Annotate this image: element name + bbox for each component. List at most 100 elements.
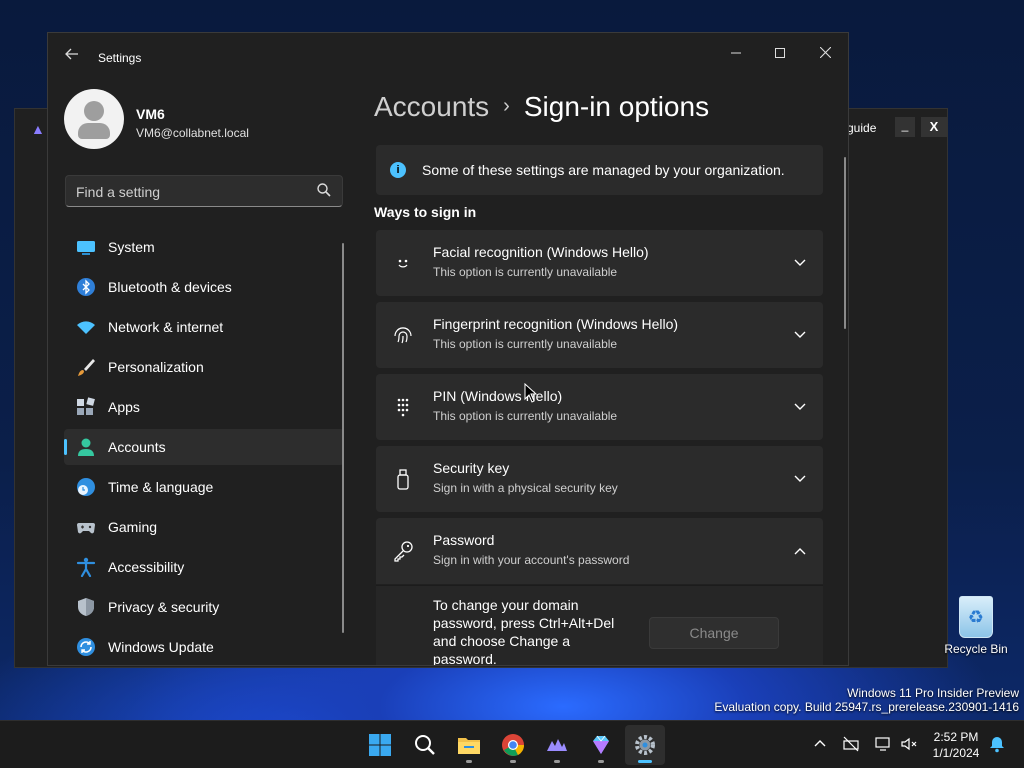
sidebar-item-label: Network & internet	[108, 319, 224, 335]
chevron-down-icon[interactable]	[793, 328, 807, 342]
maximize-button[interactable]	[760, 39, 800, 69]
apps-icon	[77, 397, 95, 415]
globe-clock-icon	[77, 478, 95, 496]
mouse-cursor-icon	[524, 383, 538, 403]
pin-card[interactable]: PIN (Windows Hello) This option is curre…	[376, 374, 823, 440]
avatar[interactable]	[64, 89, 124, 149]
chevron-up-icon[interactable]	[811, 735, 829, 753]
person-icon	[78, 438, 94, 456]
file-explorer-button[interactable]	[449, 725, 489, 765]
chevron-up-icon[interactable]	[793, 544, 807, 558]
option-title: PIN (Windows Hello)	[433, 388, 563, 404]
chevron-down-icon[interactable]	[793, 400, 807, 414]
notification-bell-icon[interactable]	[988, 735, 1006, 753]
start-button[interactable]	[360, 725, 400, 765]
sidebar-item-time-language[interactable]: Time & language	[64, 469, 344, 505]
sidebar-item-system[interactable]: System	[64, 229, 344, 265]
password-card[interactable]: Password Sign in with your account's pas…	[376, 518, 823, 584]
minimize-button[interactable]: _	[895, 117, 915, 137]
password-change-instructions: To change your domain password, press Ct…	[433, 597, 615, 666]
option-title: Fingerprint recognition (Windows Hello)	[433, 316, 679, 332]
option-subtitle: This option is currently unavailable	[433, 265, 618, 279]
fingerprint-icon	[394, 327, 412, 344]
sidebar-item-windows-update[interactable]: Windows Update	[64, 629, 344, 665]
minimize-button[interactable]	[716, 39, 756, 69]
key-icon	[394, 541, 413, 562]
app-logo-icon: ▲	[31, 121, 45, 137]
recycle-bin-label: Recycle Bin	[944, 642, 1008, 656]
brush-icon	[78, 359, 95, 376]
sidebar-item-label: System	[108, 239, 155, 255]
sidebar-item-label: Accessibility	[108, 559, 185, 575]
watermark-line-2: Evaluation copy. Build 25947.rs_prerelea…	[714, 700, 1019, 714]
network-disconnected-icon[interactable]	[842, 735, 860, 753]
sidebar-item-gaming[interactable]: Gaming	[64, 509, 344, 545]
sidebar-item-network[interactable]: Network & internet	[64, 309, 344, 345]
taskbar-clock[interactable]: 2:52 PM 1/1/2024	[926, 729, 986, 761]
sidebar-item-label: Apps	[108, 399, 140, 415]
chevron-down-icon[interactable]	[793, 472, 807, 486]
clock-time: 2:52 PM	[933, 730, 979, 744]
chevron-down-icon[interactable]	[793, 256, 807, 270]
fingerprint-recognition-card[interactable]: Fingerprint recognition (Windows Hello) …	[376, 302, 823, 368]
back-button[interactable]	[62, 47, 82, 67]
search-icon	[317, 183, 331, 197]
taskbar-search-button[interactable]	[405, 725, 445, 765]
sidebar-item-privacy[interactable]: Privacy & security	[64, 589, 344, 625]
sidebar-item-label: Gaming	[108, 519, 158, 535]
search-input[interactable]: Find a setting	[65, 175, 343, 207]
close-button[interactable]: X	[921, 117, 947, 137]
section-title: Ways to sign in	[374, 204, 477, 220]
sidebar-item-label: Personalization	[108, 359, 204, 375]
content-scrollbar[interactable]	[844, 157, 846, 329]
gamepad-icon	[77, 523, 95, 534]
display-icon[interactable]	[874, 735, 892, 753]
avatar-body	[78, 123, 110, 139]
avatar-head	[84, 101, 104, 121]
breadcrumb-parent[interactable]: Accounts	[374, 91, 489, 122]
info-message: Some of these settings are managed by yo…	[422, 162, 785, 178]
active-indicator	[64, 439, 67, 455]
recycle-bin-shortcut[interactable]: Recycle Bin	[940, 596, 1012, 656]
settings-taskbar-button[interactable]	[625, 725, 665, 765]
sidebar-item-bluetooth[interactable]: Bluetooth & devices	[64, 269, 344, 305]
sidebar-item-personalization[interactable]: Personalization	[64, 349, 344, 385]
update-icon	[77, 638, 95, 656]
minimize-icon	[731, 52, 741, 54]
volume-muted-icon[interactable]	[900, 735, 918, 753]
app-logo-button[interactable]	[537, 725, 577, 765]
close-icon	[819, 46, 831, 59]
running-indicator	[510, 760, 516, 763]
sidebar-item-accounts[interactable]: Accounts	[64, 429, 344, 465]
option-title: Security key	[433, 460, 510, 476]
sidebar-scrollbar[interactable]	[342, 243, 344, 633]
gem-app-icon	[593, 735, 609, 754]
sidebar-item-apps[interactable]: Apps	[64, 389, 344, 425]
guide-link[interactable]: guide	[847, 121, 876, 135]
option-subtitle: Sign in with your account's password	[433, 553, 630, 567]
sidebar-item-label: Bluetooth & devices	[108, 279, 232, 295]
security-key-card[interactable]: Security key Sign in with a physical sec…	[376, 446, 823, 512]
sidebar-item-label: Privacy & security	[108, 599, 220, 615]
evaluation-watermark: Windows 11 Pro Insider Preview Evaluatio…	[714, 686, 1019, 714]
file-explorer-icon	[458, 738, 480, 754]
facial-recognition-card[interactable]: Facial recognition (Windows Hello) This …	[376, 230, 823, 296]
title-bar[interactable]: Settings	[48, 33, 848, 81]
maximize-icon	[775, 48, 785, 58]
close-button[interactable]	[805, 39, 845, 69]
password-expanded-panel: To change your domain password, press Ct…	[376, 585, 823, 666]
app-logo-icon	[547, 739, 567, 751]
running-indicator	[466, 760, 472, 763]
sidebar-item-accessibility[interactable]: Accessibility	[64, 549, 344, 585]
page-title: Sign-in options	[523, 91, 710, 122]
change-password-button[interactable]: Change	[649, 617, 779, 649]
organization-info-bar: i Some of these settings are managed by …	[376, 145, 823, 195]
face-icon	[398, 259, 408, 268]
search-placeholder: Find a setting	[76, 184, 161, 200]
shield-icon	[78, 598, 94, 616]
taskbar: 2:52 PM 1/1/2024	[0, 720, 1024, 768]
gem-app-button[interactable]	[581, 725, 621, 765]
option-title: Password	[433, 532, 495, 548]
clock-date: 1/1/2024	[932, 746, 980, 760]
chrome-button[interactable]	[493, 725, 533, 765]
